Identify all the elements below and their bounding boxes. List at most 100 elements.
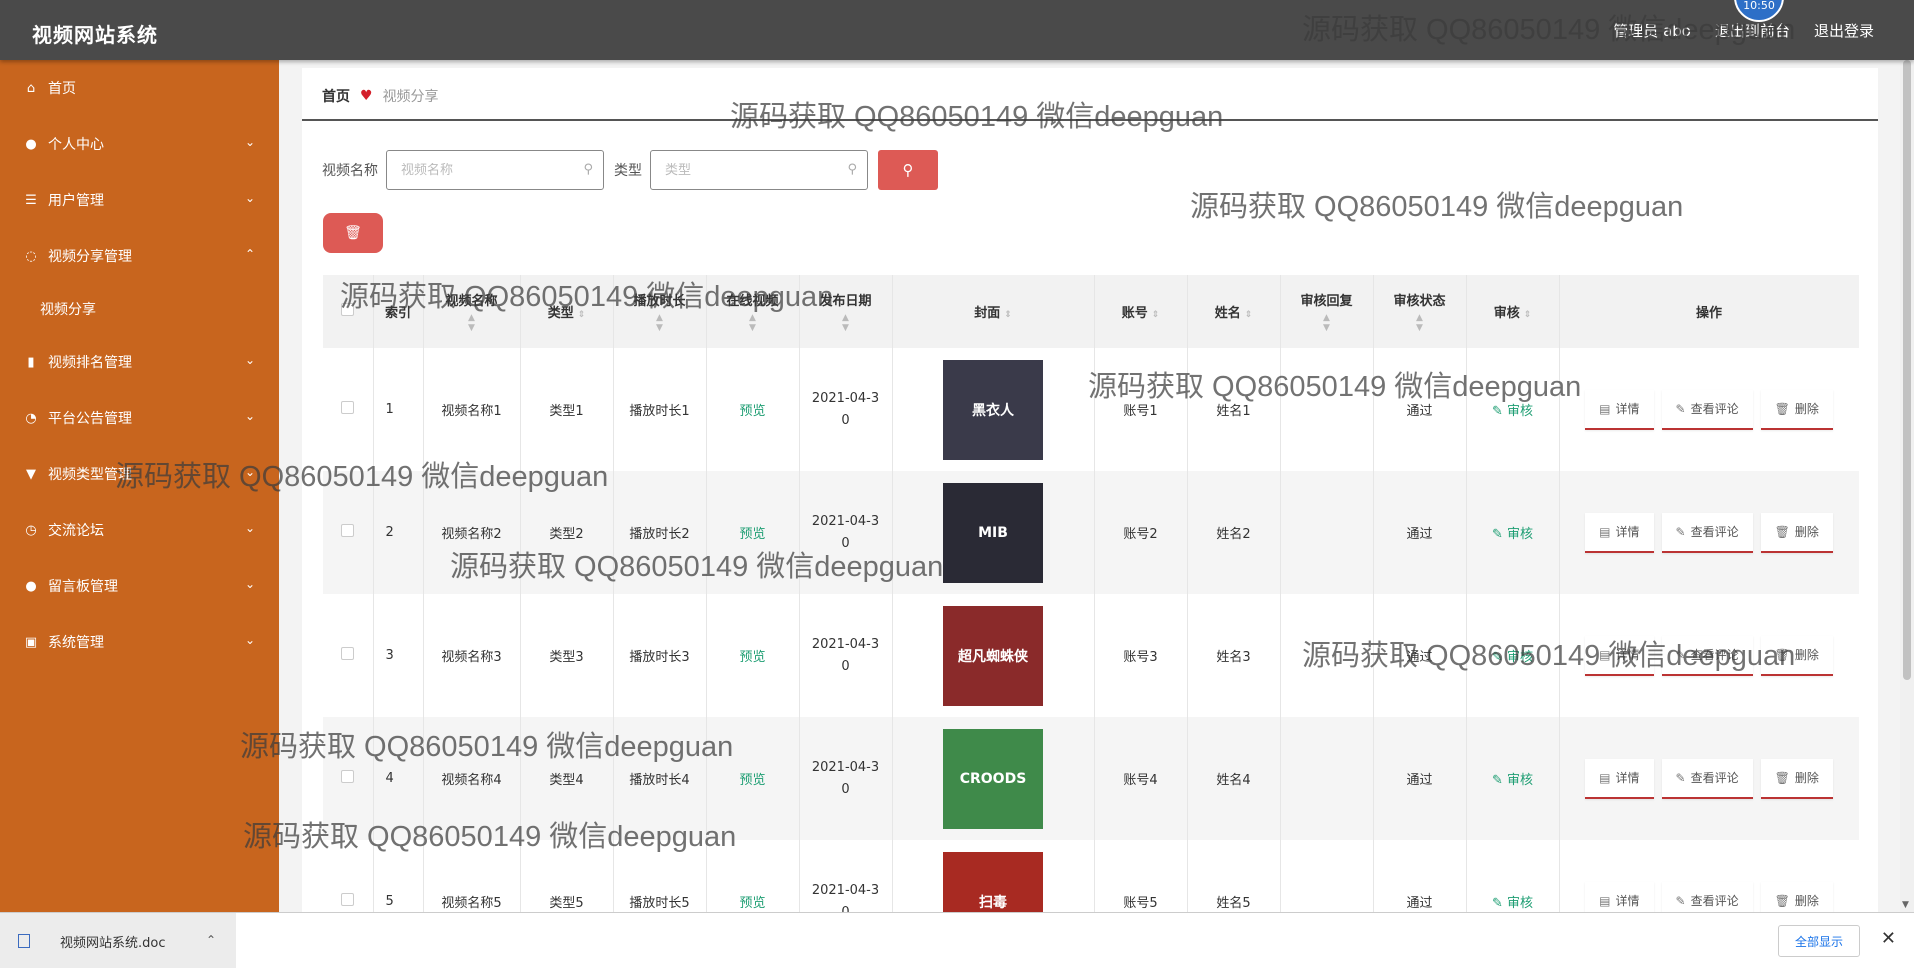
close-icon[interactable]: ✕ <box>1881 928 1896 949</box>
sort-icon: ▲ ▼ <box>656 313 663 333</box>
sidebar-item-guestbook[interactable]: ● 留言板管理 ⌄ <box>0 558 279 614</box>
row-checkbox[interactable] <box>341 893 355 906</box>
view-comments-button[interactable]: ✎ 查看评论 <box>1661 758 1753 799</box>
cell-account: 账号3 <box>1094 594 1188 717</box>
edit-icon: ✎ <box>1675 770 1686 785</box>
delete-button[interactable]: 🗑 删除 <box>1760 512 1833 553</box>
delete-button[interactable]: 🗑 删除 <box>1760 389 1833 430</box>
view-comments-button[interactable]: ✎ 查看评论 <box>1661 635 1753 676</box>
sidebar-item-personal-center[interactable]: ● 个人中心 ⌄ <box>0 116 279 172</box>
video-name-input[interactable] <box>401 162 571 178</box>
column-header[interactable]: 姓名 ⇕ <box>1187 275 1281 348</box>
breadcrumb-current: 视频分享 <box>382 89 439 105</box>
row-checkbox[interactable] <box>341 647 355 660</box>
user-icon: ● <box>25 136 37 152</box>
logout-link[interactable]: 退出登录 <box>1814 20 1874 41</box>
scrollbar-thumb[interactable] <box>1903 60 1911 680</box>
select-all-cell <box>323 275 374 348</box>
row-checkbox[interactable] <box>341 770 355 783</box>
audit-link[interactable]: ✎ 审核 <box>1492 773 1533 788</box>
column-header[interactable]: 类型 ⇕ <box>520 275 614 348</box>
edit-icon: ✎ <box>1675 524 1686 539</box>
sidebar-item-video-share-management[interactable]: ◌ 视频分享管理 ⌃ <box>0 228 279 284</box>
audit-link[interactable]: ✎ 审核 <box>1492 650 1533 665</box>
delete-button[interactable]: 🗑 删除 <box>1760 635 1833 676</box>
chevron-down-icon[interactable]: ▼ <box>1902 900 1909 910</box>
select-all-checkbox[interactable] <box>341 303 355 316</box>
preview-link[interactable]: 预览 <box>739 773 765 788</box>
detail-button[interactable]: ▤ 详情 <box>1585 512 1654 553</box>
column-header[interactable]: 在线视频 ▲ ▼ <box>706 275 800 348</box>
preview-link[interactable]: 预览 <box>739 650 765 665</box>
cell-duration: 播放时长3 <box>613 594 707 717</box>
cell-index: 4 <box>373 717 424 840</box>
column-header[interactable]: 视频名称 ▲ ▼ <box>423 275 521 348</box>
view-comments-button[interactable]: ✎ 查看评论 <box>1661 512 1753 553</box>
cell-publish-date: 2021-04-3 0 <box>799 471 893 594</box>
cover-image[interactable]: 黑衣人 <box>943 359 1043 460</box>
preview-link[interactable]: 预览 <box>739 527 765 542</box>
column-header[interactable]: 审核回复 ▲ ▼ <box>1280 275 1374 348</box>
batch-delete-button[interactable]: 🗑 <box>323 213 383 253</box>
sidebar-item-user-management[interactable]: ☰ 用户管理 ⌄ <box>0 172 279 228</box>
page-scrollbar[interactable]: ▼ <box>1900 60 1914 912</box>
cell-audit: ✎ 审核 <box>1466 594 1560 717</box>
cell-real-name: 姓名2 <box>1187 471 1281 594</box>
search-button[interactable]: ⚲ <box>878 150 938 190</box>
checkbox-cell <box>323 348 374 471</box>
sidebar-item-video-types[interactable]: ▼ 视频类型管理 ⌄ <box>0 446 279 502</box>
admin-user-label[interactable]: 管理员 abo <box>1613 20 1691 41</box>
cell-publish-date: 2021-04-3 0 <box>799 594 893 717</box>
table-body: 1 视频名称1 类型1 播放时长1 预览 2021-04-3 0 黑衣人 账号1… <box>323 348 1859 912</box>
delete-button[interactable]: 🗑 删除 <box>1760 881 1833 912</box>
audit-link[interactable]: ✎ 审核 <box>1492 527 1533 542</box>
detail-button[interactable]: ▤ 详情 <box>1585 758 1654 799</box>
sidebar-item-home[interactable]: ⌂ 首页 <box>0 60 279 116</box>
view-comments-button[interactable]: ✎ 查看评论 <box>1661 389 1753 430</box>
column-header[interactable]: 播放时长 ▲ ▼ <box>613 275 707 348</box>
preview-link[interactable]: 预览 <box>739 896 765 911</box>
audit-link[interactable]: ✎ 审核 <box>1492 896 1533 911</box>
view-comments-button[interactable]: ✎ 查看评论 <box>1661 881 1753 912</box>
delete-button-label: 删除 <box>1794 525 1819 539</box>
trash-icon: 🗑 <box>344 225 362 241</box>
column-header[interactable]: 账号 ⇕ <box>1094 275 1188 348</box>
sidebar-item-announcements[interactable]: ◔ 平台公告管理 ⌄ <box>0 390 279 446</box>
cover-image[interactable]: 超凡蜘蛛侠 <box>943 605 1043 706</box>
detail-button[interactable]: ▤ 详情 <box>1585 881 1654 912</box>
chevron-up-icon[interactable]: ⌃ <box>206 933 216 947</box>
sidebar-item-label: 视频分享管理 <box>48 249 132 265</box>
row-checkbox[interactable] <box>341 401 355 414</box>
cover-image[interactable]: CROODS <box>943 728 1043 829</box>
sidebar-item-forum[interactable]: ◷ 交流论坛 ⌄ <box>0 502 279 558</box>
column-header[interactable]: 发布日期 ▲ ▼ <box>799 275 893 348</box>
cup-icon: ▼ <box>26 466 36 482</box>
cell-cover: 扫毒 <box>892 840 1095 912</box>
preview-link[interactable]: 预览 <box>739 404 765 419</box>
type-input[interactable] <box>665 162 835 178</box>
video-name-field[interactable]: ⚲ <box>386 150 604 190</box>
column-header[interactable]: 审核 ⇕ <box>1466 275 1560 348</box>
power-icon: ◔ <box>25 410 37 426</box>
cover-image[interactable]: MIB <box>943 482 1043 583</box>
audit-link[interactable]: ✎ 审核 <box>1492 404 1533 419</box>
cover-image[interactable]: 扫毒 <box>943 851 1043 912</box>
sidebar-item-video-ranking[interactable]: ▮ 视频排名管理 ⌄ <box>0 334 279 390</box>
download-item[interactable]: 视频网站系统.doc ⌃ <box>0 913 236 968</box>
column-header[interactable]: 索引 <box>373 275 424 348</box>
sidebar-subitem-video-share[interactable]: 视频分享 <box>0 284 279 334</box>
row-checkbox[interactable] <box>341 524 355 537</box>
home-icon: ⌂ <box>26 80 36 96</box>
delete-button[interactable]: 🗑 删除 <box>1760 758 1833 799</box>
detail-button[interactable]: ▤ 详情 <box>1585 389 1654 430</box>
detail-button[interactable]: ▤ 详情 <box>1585 635 1654 676</box>
cell-cover: 黑衣人 <box>892 348 1095 471</box>
type-field[interactable]: ⚲ <box>650 150 868 190</box>
show-all-button[interactable]: 全部显示 <box>1778 925 1860 957</box>
column-header[interactable]: 审核状态 ▲ ▼ <box>1373 275 1467 348</box>
cell-publish-date: 2021-04-3 0 <box>799 840 893 912</box>
column-header[interactable]: 封面 ⇕ <box>892 275 1095 348</box>
breadcrumb-home[interactable]: 首页 <box>322 86 350 106</box>
sidebar-item-system[interactable]: ▣ 系统管理 ⌄ <box>0 614 279 670</box>
back-to-frontend-link[interactable]: 退出到前台 <box>1715 20 1790 41</box>
